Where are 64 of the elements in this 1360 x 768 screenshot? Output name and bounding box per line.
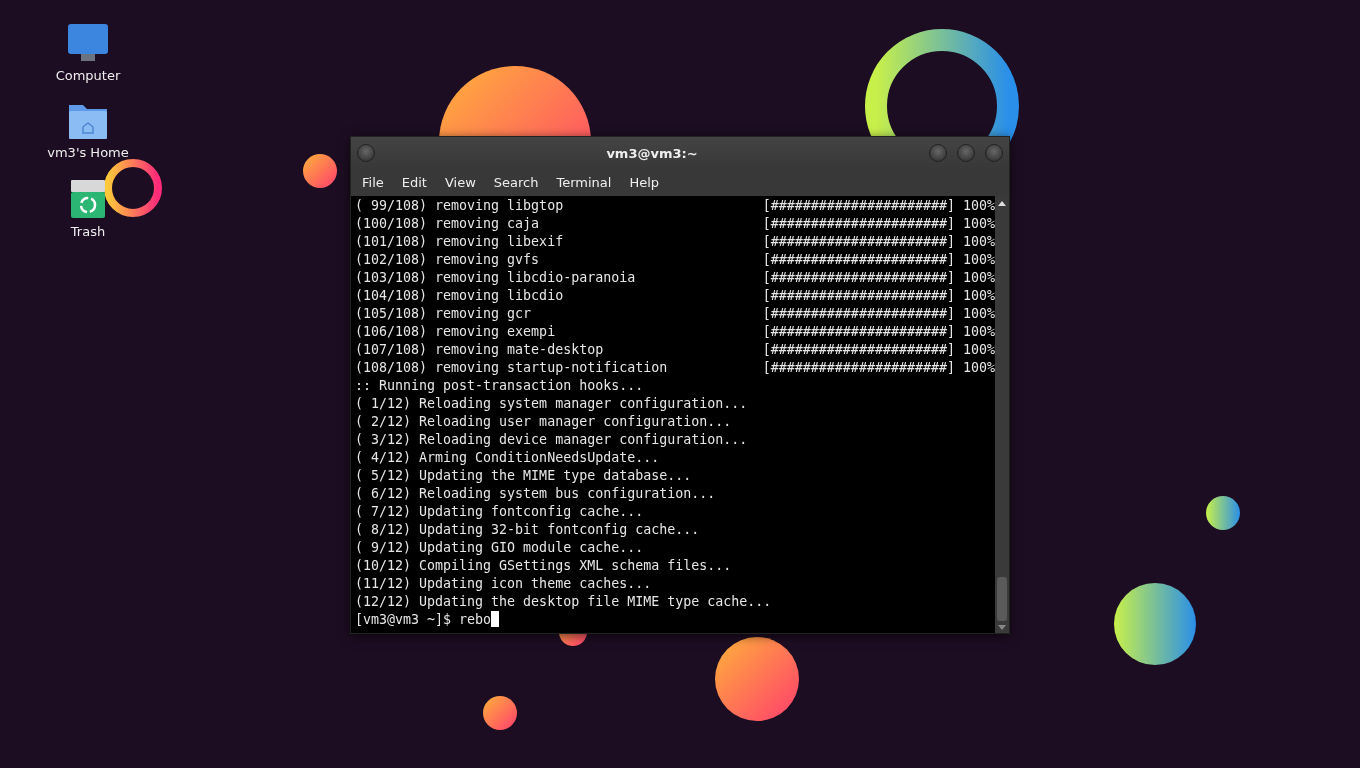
- percent-text: 100%: [962, 323, 995, 341]
- progress-bar-text: [######################]: [762, 359, 955, 377]
- terminal-line: ( 1/12) Reloading system manager configuration...: [355, 395, 748, 413]
- percent-text: 100%: [962, 233, 995, 251]
- icon-label[interactable]: Computer: [55, 68, 121, 83]
- close-button[interactable]: [985, 144, 1003, 162]
- terminal-line: (11/12) Updating icon theme caches...: [355, 575, 652, 593]
- window-title: vm3@vm3:~: [605, 145, 699, 161]
- terminal-line: (103/108) removing libcdio-paranoia: [355, 269, 637, 287]
- progress-bar-text: [######################]: [762, 251, 955, 269]
- progress-bar-text: [######################]: [762, 323, 955, 341]
- terminal-line: (104/108) removing libcdio: [355, 287, 565, 305]
- text-cursor: [491, 611, 500, 627]
- terminal-line: ( 2/12) Reloading user manager configuration...: [355, 413, 732, 431]
- terminal-line: ( 9/12) Updating GIO module cache...: [355, 539, 644, 557]
- percent-text: 100%: [962, 251, 995, 269]
- progress-bar-text: [######################]: [762, 233, 955, 251]
- terminal-line: (102/108) removing gvfs: [355, 251, 541, 269]
- terminal-line: ( 5/12) Updating the MIME type database...: [355, 467, 692, 485]
- menu-item[interactable]: View: [435, 175, 485, 190]
- progress-bar-text: [######################]: [762, 287, 955, 305]
- progress-bar-text: [######################]: [762, 197, 955, 215]
- terminal-line: ( 7/12) Updating fontconfig cache...: [355, 503, 644, 521]
- terminal-line: (107/108) removing mate-desktop: [355, 341, 605, 359]
- command-prompt[interactable]: [vm3@vm3 ~]$ rebo: [355, 611, 492, 629]
- progress-bar-text: [######################]: [762, 215, 955, 233]
- terminal-line: ( 99/108) removing libgtop: [355, 197, 565, 215]
- menu-item[interactable]: Search: [484, 175, 548, 190]
- scroll-up-icon[interactable]: [998, 201, 1006, 206]
- percent-text: 100%: [962, 287, 995, 305]
- monitor-icon: [66, 22, 110, 64]
- progress-bar-text: [######################]: [762, 269, 955, 287]
- percent-text: 100%: [962, 341, 995, 359]
- terminal-line: (12/12) Updating the desktop file MIME type cache...: [355, 593, 772, 611]
- percent-text: 100%: [962, 305, 995, 323]
- terminal-line: (106/108) removing exempi: [355, 323, 557, 341]
- percent-text: 100%: [962, 215, 995, 233]
- menu-item[interactable]: Help: [620, 175, 669, 190]
- scrollbar-thumb[interactable]: [997, 577, 1007, 621]
- terminal-line: (101/108) removing libexif: [355, 233, 565, 251]
- terminal-line: (108/108) removing startup-notification: [355, 359, 669, 377]
- scroll-down-icon[interactable]: [998, 625, 1006, 630]
- percent-text: 100%: [962, 359, 995, 377]
- progress-bar-text: [######################]: [762, 305, 955, 323]
- terminal-line: (10/12) Compiling GSettings XML schema files...: [355, 557, 732, 575]
- terminal-line: ( 4/12) Arming ConditionNeedsUpdate...: [355, 449, 660, 467]
- trash-icon: [69, 178, 107, 220]
- icon-label[interactable]: Trash: [70, 224, 106, 239]
- terminal-line: (105/108) removing gcr: [355, 305, 533, 323]
- menu-item[interactable]: Edit: [392, 175, 436, 190]
- percent-text: 100%: [962, 269, 995, 287]
- maximize-button[interactable]: [957, 144, 975, 162]
- terminal-line: ( 3/12) Reloading device manager configuration...: [355, 431, 748, 449]
- terminal-line: ( 8/12) Updating 32-bit fontconfig cache...: [355, 521, 700, 539]
- window-menu-button[interactable]: [357, 144, 375, 162]
- minimize-button[interactable]: [929, 144, 947, 162]
- menu-item[interactable]: File: [353, 175, 393, 190]
- terminal-line: (100/108) removing caja: [355, 215, 541, 233]
- progress-bar-text: [######################]: [762, 341, 955, 359]
- terminal-line: :: Running post-transaction hooks...: [355, 377, 644, 395]
- terminal-line: ( 6/12) Reloading system bus configuration...: [355, 485, 716, 503]
- percent-text: 100%: [962, 197, 995, 215]
- menu-item[interactable]: Terminal: [547, 175, 621, 190]
- icon-label[interactable]: vm3's Home: [47, 145, 129, 160]
